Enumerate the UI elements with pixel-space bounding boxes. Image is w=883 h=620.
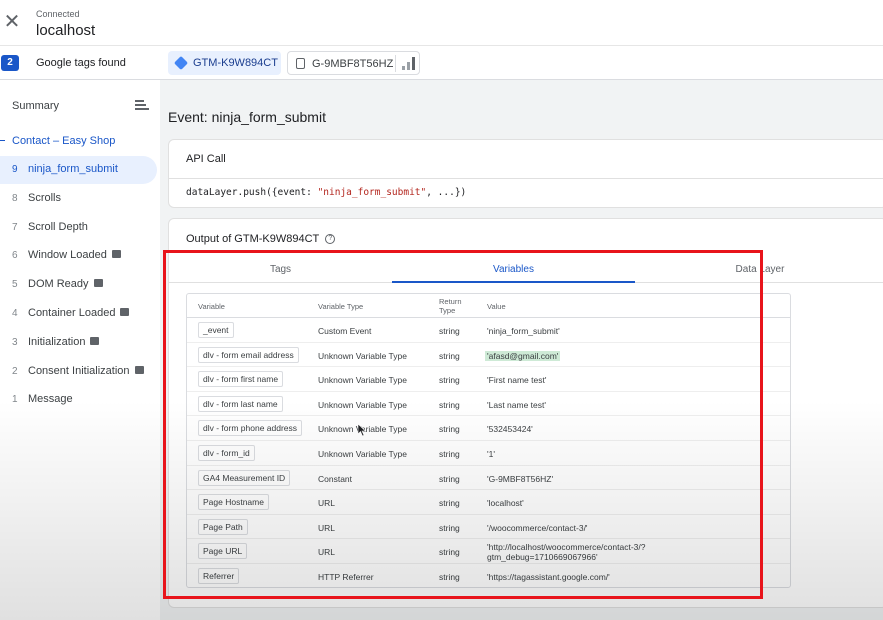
event-name: Container Loaded [28, 307, 130, 319]
code-icon [134, 365, 144, 374]
gtm-chip-label: GTM-K9W894CT [193, 57, 278, 69]
gtm-icon [173, 55, 189, 71]
sidebar-event-item[interactable]: 3 Initialization [0, 329, 157, 357]
event-name: Window Loaded [28, 249, 121, 261]
event-name: Initialization [28, 336, 100, 348]
event-name: Consent Initialization [28, 365, 144, 377]
analytics-bars-icon[interactable] [402, 57, 415, 70]
event-number: 8 [12, 192, 18, 204]
connection-status: Connected [36, 9, 80, 19]
code-icon [120, 308, 130, 317]
sidebar-event-item[interactable]: 4 Container Loaded [0, 300, 157, 328]
code-icon [90, 336, 100, 345]
output-title: Output of GTM-K9W894CT? [186, 233, 336, 245]
event-number: 2 [12, 365, 18, 377]
help-icon[interactable]: ? [325, 234, 336, 245]
mouse-cursor-icon [358, 424, 366, 436]
event-number: 9 [12, 164, 18, 175]
event-title: Event: ninja_form_submit [168, 109, 326, 125]
sidebar-event-item[interactable]: 9 ninja_form_submit [0, 156, 157, 184]
api-call-title: API Call [186, 153, 226, 165]
event-name: ninja_form_submit [28, 163, 118, 175]
event-number: 3 [12, 336, 18, 348]
tag-bar: 2 Google tags found GTM-K9W894CT G-9MBF8… [0, 46, 883, 80]
highlight-annotation-box [163, 250, 763, 599]
event-number: 4 [12, 308, 18, 319]
event-number: 7 [12, 221, 18, 233]
code-icon [111, 250, 121, 259]
sidebar-event-item[interactable]: 6 Window Loaded [0, 242, 157, 270]
page-group-title[interactable]: Contact – Easy Shop [12, 135, 115, 147]
card-divider [169, 178, 883, 179]
code-icon [93, 279, 103, 288]
api-call-card: API Call dataLayer.push({event: "ninja_f… [168, 139, 883, 208]
sidebar-event-item[interactable]: 1 Message [0, 386, 157, 414]
summary-link[interactable]: Summary [12, 100, 59, 112]
event-number: 1 [12, 394, 18, 406]
close-icon[interactable]: ✕ [2, 12, 22, 32]
gtm-container-chip[interactable]: GTM-K9W894CT [168, 51, 281, 75]
event-number: 5 [12, 279, 18, 291]
api-call-code: dataLayer.push({event: "ninja_form_submi… [186, 187, 467, 198]
event-name: Scroll Depth [28, 220, 88, 233]
connection-host: localhost [36, 22, 96, 39]
event-number: 6 [12, 250, 18, 262]
event-name: Message [28, 393, 73, 406]
sidebar-event-item[interactable]: 5 DOM Ready [0, 271, 157, 299]
ga-chip-label: G-9MBF8T56HZ [312, 58, 394, 70]
sidebar-event-item[interactable]: 2 Consent Initialization [0, 358, 157, 386]
event-name: Scrolls [28, 191, 62, 204]
group-marker [0, 140, 5, 141]
sidebar: Summary Contact – Easy Shop 9 ninja_form_… [0, 80, 160, 620]
tags-found-label: Google tags found [36, 57, 126, 69]
sidebar-event-item[interactable]: 7 Scroll Depth [0, 214, 157, 242]
event-name: DOM Ready [28, 278, 103, 290]
tags-count-badge: 2 [1, 55, 19, 71]
sidebar-event-item[interactable]: 8 Scrolls [0, 185, 157, 213]
top-bar: ✕ Connected localhost [0, 0, 883, 46]
chip-divider [395, 55, 396, 72]
ga-tag-chip[interactable]: G-9MBF8T56HZ [287, 51, 420, 75]
ga-tag-icon [296, 58, 305, 69]
clear-list-icon[interactable] [135, 100, 149, 112]
